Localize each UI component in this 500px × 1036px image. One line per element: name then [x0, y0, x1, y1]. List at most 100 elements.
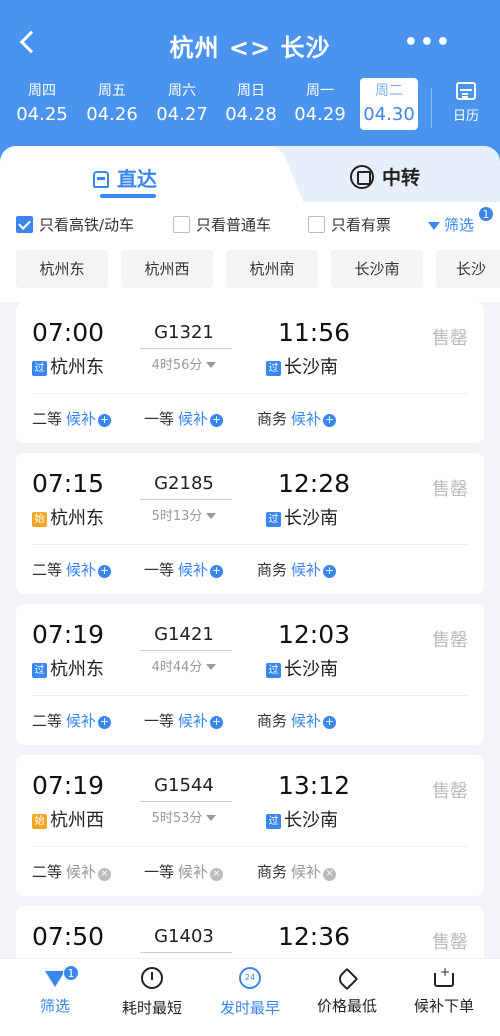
- duration[interactable]: 5时53分: [136, 807, 232, 826]
- train-card[interactable]: 07:15 G2185 5时13分 12:28 售罄 始杭州东 过长沙南 二等候…: [16, 453, 484, 594]
- seat-business-class[interactable]: 商务 候补 +: [257, 559, 337, 580]
- duration[interactable]: 4时56分: [136, 354, 232, 373]
- date-item[interactable]: 周四 04.25: [12, 78, 72, 130]
- weekday-label: 周四: [28, 83, 56, 99]
- close-icon: ×: [323, 868, 337, 881]
- caret-down-icon: [206, 513, 217, 519]
- quick-filters: 只看高铁/动车 只看普通车 只看有票 筛选 1: [16, 206, 500, 236]
- seat-class-label: 二等: [32, 863, 63, 881]
- cart-icon: [434, 965, 454, 987]
- train-number: G1544: [154, 775, 214, 796]
- date-item[interactable]: 周一 04.29: [290, 78, 350, 130]
- bottom-label: 筛选: [39, 997, 70, 1015]
- station-chip[interactable]: 长沙: [436, 250, 500, 288]
- tab-direct[interactable]: 直达: [0, 146, 270, 202]
- train-card[interactable]: 07:50 G1403 12:36 售罄: [16, 906, 484, 958]
- stopwatch-icon: [141, 967, 163, 989]
- filter-button[interactable]: 筛选: [428, 214, 474, 235]
- seat-second-class[interactable]: 二等 候补 +: [32, 408, 112, 429]
- train-card[interactable]: 07:19 G1421 4时44分 12:03 售罄 过杭州东 过长沙南 二等候…: [16, 604, 484, 745]
- date-label: 04.29: [294, 104, 346, 125]
- seat-class-label: 二等: [32, 561, 63, 579]
- departure-time: 07:19: [32, 620, 105, 649]
- filter-button-label: 筛选: [444, 216, 475, 234]
- clock-24-icon: 24: [239, 967, 261, 989]
- station-chip[interactable]: 杭州东: [16, 250, 108, 288]
- sort-shortest-duration[interactable]: 耗时最短: [102, 967, 202, 1018]
- date-label: 04.28: [225, 104, 277, 125]
- origin-tag: 始: [32, 814, 47, 829]
- arrival-time: 12:03: [278, 620, 351, 649]
- checkbox-label: 只看高铁/动车: [39, 216, 135, 234]
- sold-out-status: 售罄: [432, 781, 468, 802]
- route-line: [140, 499, 232, 500]
- waitlist-label: 候补: [291, 712, 322, 730]
- sort-lowest-price[interactable]: 价格最低: [297, 967, 397, 1016]
- station-name: 长沙南: [284, 357, 338, 378]
- departure-time: 07:19: [32, 771, 105, 800]
- duration[interactable]: 4时44分: [136, 656, 232, 675]
- funnel-icon: [45, 971, 65, 987]
- train-number: G1421: [154, 624, 214, 645]
- card-divider: [32, 846, 468, 847]
- seat-class-label: 二等: [32, 410, 63, 428]
- checkbox-checked-icon: [16, 216, 33, 233]
- bottom-filter-button[interactable]: 筛选 1: [5, 965, 105, 1016]
- pass-through-tag: 过: [32, 361, 47, 376]
- duration-text: 5时53分: [151, 811, 203, 826]
- date-item[interactable]: 周日 04.28: [221, 78, 281, 130]
- high-speed-checkbox[interactable]: 只看高铁/动车: [16, 214, 134, 235]
- arrival-station: 过长沙南: [266, 806, 338, 832]
- seat-first-class[interactable]: 一等 候补 +: [144, 559, 224, 580]
- station-name: 长沙南: [284, 508, 338, 529]
- station-chip[interactable]: 杭州西: [121, 250, 213, 288]
- train-number: G2185: [154, 473, 214, 494]
- close-icon: ×: [98, 868, 112, 881]
- date-item-selected[interactable]: 周二 04.30: [360, 78, 418, 130]
- duration-text: 4时44分: [151, 660, 203, 675]
- waitlist-label: 候补: [66, 410, 97, 428]
- tab-direct-label: 直达: [117, 167, 157, 191]
- train-card[interactable]: 07:19 G1544 5时53分 13:12 售罄 始杭州西 过长沙南 二等候…: [16, 755, 484, 896]
- duration[interactable]: 5时13分: [136, 505, 232, 524]
- card-divider: [32, 695, 468, 696]
- seat-second-class[interactable]: 二等 候补 +: [32, 710, 112, 731]
- weekday-label: 周六: [168, 83, 196, 99]
- available-only-checkbox[interactable]: 只看有票: [308, 214, 391, 235]
- seat-class-label: 一等: [144, 561, 175, 579]
- date-item[interactable]: 周五 04.26: [82, 78, 142, 130]
- station-chip[interactable]: 杭州南: [226, 250, 318, 288]
- more-menu-button[interactable]: •••: [404, 32, 452, 54]
- arrival-station: 过长沙南: [266, 504, 338, 530]
- plus-icon: +: [323, 564, 337, 578]
- waitlist-label: 候补: [178, 410, 209, 428]
- station-name: 杭州东: [50, 357, 104, 378]
- route-line: [140, 952, 232, 953]
- waitlist-label: 候补: [66, 863, 97, 881]
- station-chip[interactable]: 长沙南: [331, 250, 423, 288]
- tab-transfer-label: 中转: [381, 167, 420, 189]
- seat-second-class[interactable]: 二等 候补 +: [32, 559, 112, 580]
- departure-time: 07:15: [32, 469, 105, 498]
- bottom-label: 发时最早: [219, 999, 280, 1017]
- regular-train-checkbox[interactable]: 只看普通车: [173, 214, 271, 235]
- bottom-toolbar: 筛选 1 耗时最短 24 发时最早 价格最低 候补下单: [0, 958, 500, 1036]
- train-list: 07:00 G1321 4时56分 11:56 售罄 过杭州东 过长沙南 二等候…: [16, 302, 484, 958]
- seat-business-class[interactable]: 商务 候补 +: [257, 710, 337, 731]
- train-card[interactable]: 07:00 G1321 4时56分 11:56 售罄 过杭州东 过长沙南 二等候…: [16, 302, 484, 443]
- sort-earliest-departure[interactable]: 24 发时最早: [200, 967, 300, 1018]
- seat-first-class[interactable]: 一等 候补 +: [144, 408, 224, 429]
- close-icon: ×: [210, 868, 224, 881]
- seat-class-label: 商务: [257, 561, 288, 579]
- caret-down-icon: [206, 815, 217, 821]
- calendar-button[interactable]: 日历: [446, 82, 486, 124]
- seat-first-class[interactable]: 一等 候补 +: [144, 710, 224, 731]
- pass-through-tag: 过: [266, 814, 281, 829]
- date-item[interactable]: 周六 04.27: [152, 78, 212, 130]
- train-number: G1321: [154, 322, 214, 343]
- checkbox-label: 只看普通车: [196, 216, 272, 234]
- waitlist-order-button[interactable]: 候补下单: [394, 965, 494, 1016]
- date-selector: 周四 04.25 周五 04.26 周六 04.27 周日 04.28 周一 04.29 …: [0, 78, 500, 134]
- tab-transfer[interactable]: 中转: [270, 146, 500, 202]
- seat-business-class[interactable]: 商务 候补 +: [257, 408, 337, 429]
